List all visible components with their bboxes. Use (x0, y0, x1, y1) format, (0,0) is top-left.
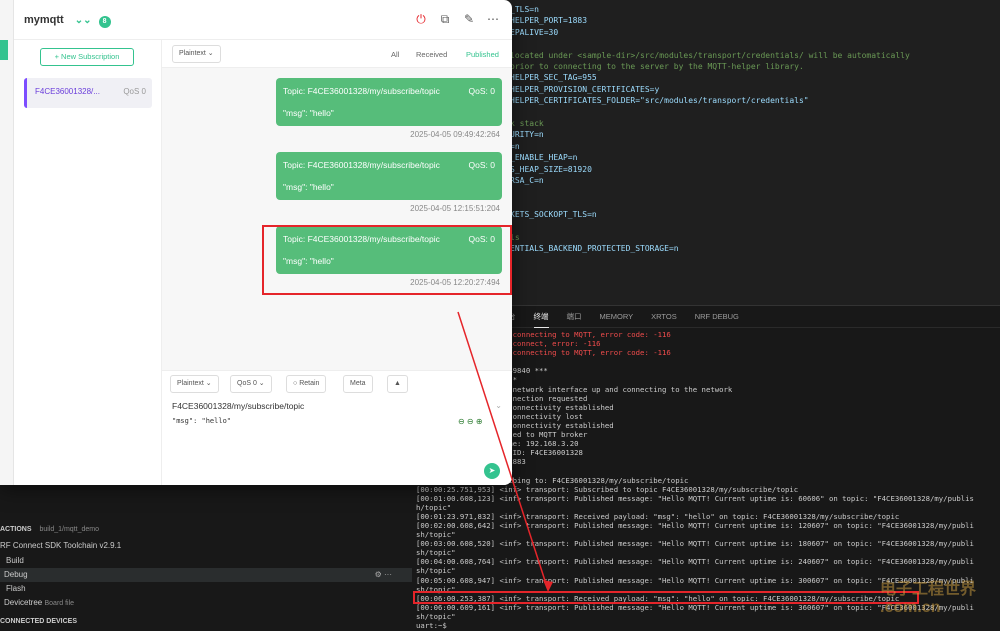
watermark: 电子工程世界 .com.cn (880, 581, 977, 616)
annotation-arrow (457, 311, 553, 592)
